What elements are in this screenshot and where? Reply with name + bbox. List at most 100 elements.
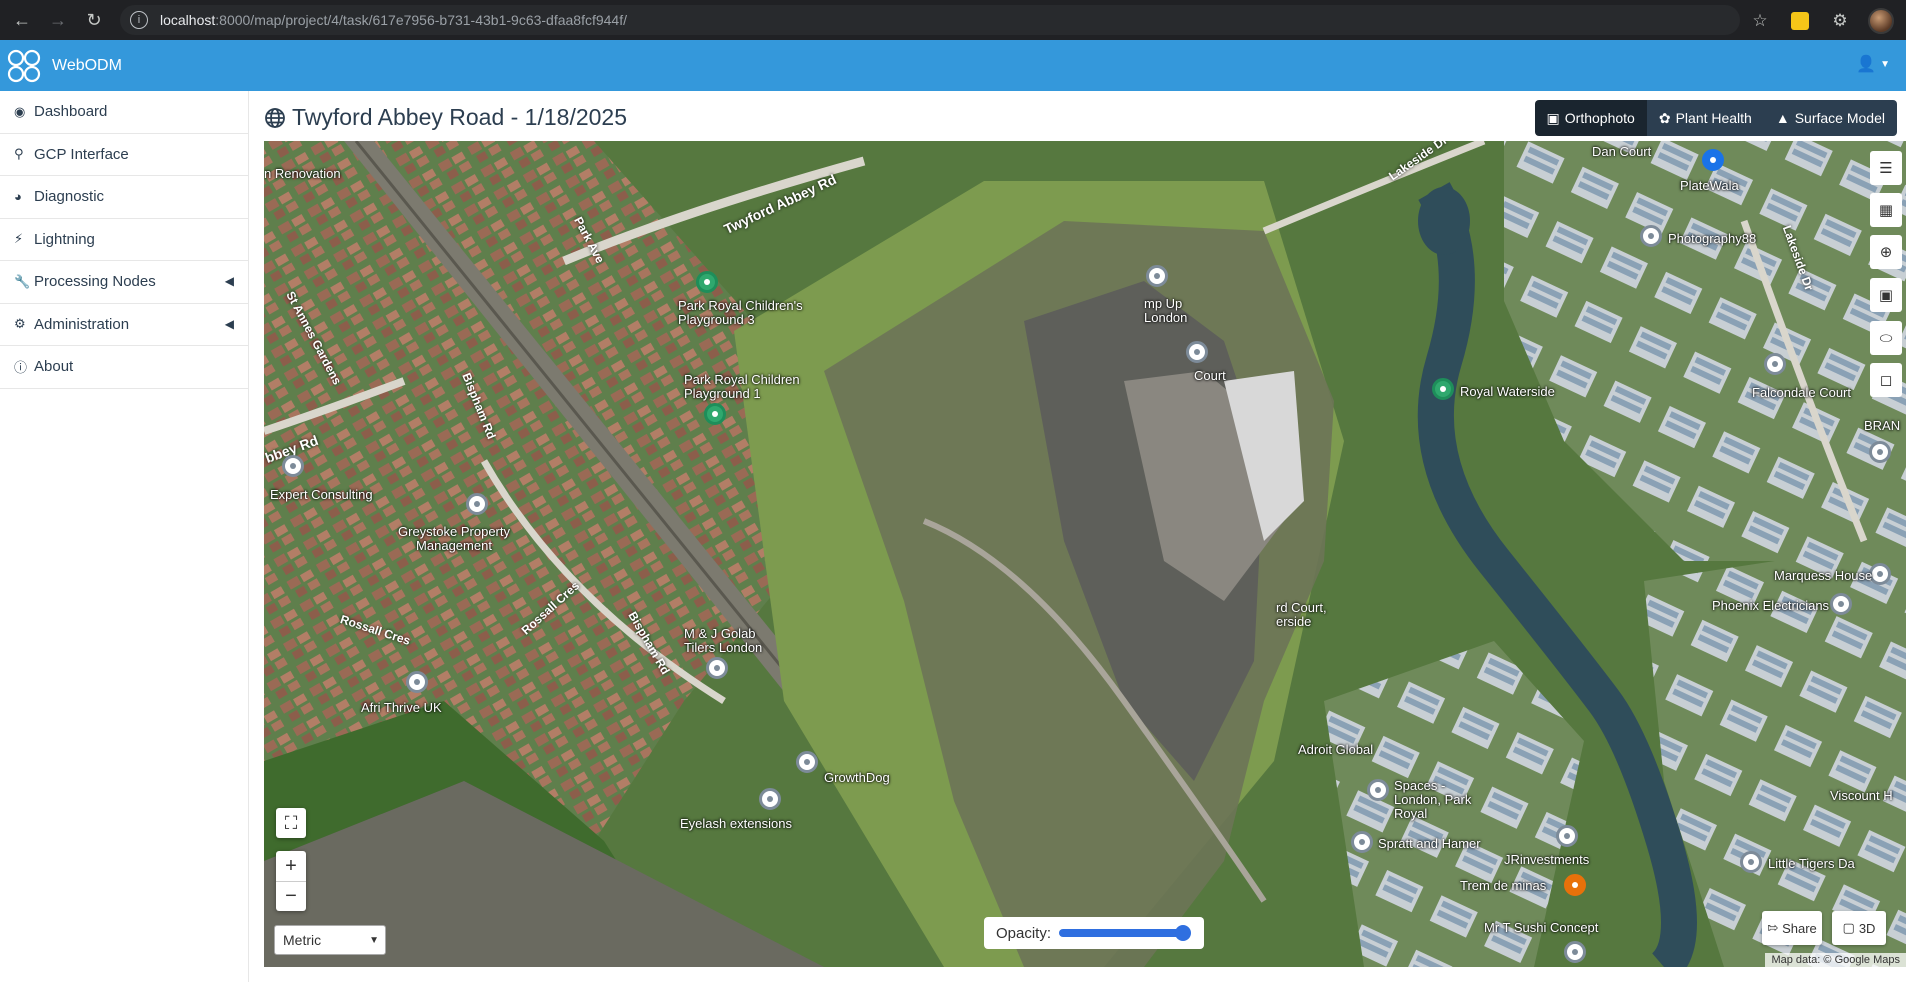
share-button[interactable]: ⇰ Share — [1762, 911, 1822, 945]
place-pin-icon[interactable] — [1869, 563, 1891, 585]
restaurant-pin-icon[interactable] — [1702, 149, 1724, 171]
share-icon: ⇰ — [1767, 920, 1779, 935]
view-3d-button[interactable]: ▢ 3D — [1832, 911, 1886, 945]
brand-name[interactable]: WebODM — [52, 57, 122, 75]
fullscreen-button[interactable]: ⛶ — [276, 808, 306, 838]
playground-pin-icon[interactable] — [696, 271, 718, 293]
leaf-icon: ✿ — [1658, 109, 1671, 126]
wrench-icon: 🔧 — [14, 273, 31, 289]
place-pin-icon[interactable] — [1556, 825, 1578, 847]
place-label: Court — [1194, 368, 1226, 383]
tab-label: Surface Model — [1794, 110, 1885, 126]
sidebar-item-about[interactable]: ⓘ About — [0, 346, 248, 389]
place-label: Viscount H — [1830, 788, 1893, 803]
map-marker-icon: ⚲ — [14, 146, 24, 162]
place-pin-icon[interactable] — [1186, 341, 1208, 363]
sidebar-item-processing-nodes[interactable]: 🔧 Processing Nodes ◀ — [0, 261, 248, 304]
plus-circle-icon: ⊕ — [1879, 244, 1893, 261]
place-pin-icon[interactable] — [759, 788, 781, 810]
place-label: Adroit Global — [1298, 742, 1374, 757]
profile-avatar[interactable] — [1868, 8, 1894, 34]
measure-button[interactable]: ⬭ — [1870, 321, 1902, 355]
opacity-slider[interactable] — [1059, 925, 1192, 941]
image-icon: ▣ — [1546, 109, 1560, 126]
user-menu[interactable]: 👤 ▼ — [1856, 54, 1890, 74]
map-attribution: Map data: © Google Maps — [1765, 953, 1906, 967]
place-label: Little Tigers Da — [1768, 856, 1855, 871]
layer-tabs: ▣ Orthophoto ✿ Plant Health ▲ Surface Mo… — [1534, 100, 1897, 136]
place-label: mp Up London — [1144, 296, 1188, 325]
place-label: BRAN — [1864, 418, 1901, 433]
extensions-puzzle-icon[interactable]: ⚙ — [1828, 9, 1852, 33]
chevron-down-icon: ▼ — [369, 935, 379, 946]
restaurant-pin-icon[interactable] — [1564, 874, 1586, 896]
opacity-label: Opacity: — [996, 924, 1052, 942]
opacity-control: Opacity: — [984, 917, 1204, 949]
grid-button[interactable]: ▦ — [1870, 193, 1902, 227]
pie-chart-icon: ◕ — [14, 189, 22, 205]
place-label: Greystoke Property Management — [398, 524, 510, 553]
place-label: JRinvestments — [1504, 852, 1590, 867]
place-label: n Renovation — [264, 166, 341, 181]
sidebar-item-lightning[interactable]: ⚡ Lightning — [0, 219, 248, 261]
cogs-icon: ⚙ — [14, 316, 26, 332]
layers-icon: ☰ — [1879, 160, 1893, 177]
url-host: localhost — [160, 12, 216, 28]
globe-icon — [265, 107, 285, 128]
sidebar-item-label: Lightning — [34, 230, 95, 248]
place-pin-icon[interactable] — [406, 671, 428, 693]
layers-button[interactable]: ☰ — [1870, 151, 1902, 185]
tab-surface-model[interactable]: ▲ Surface Model — [1763, 100, 1897, 136]
back-icon[interactable]: ← — [8, 6, 36, 34]
info-icon: ⓘ — [14, 360, 28, 376]
place-pin-icon[interactable] — [796, 751, 818, 773]
tab-plant-health[interactable]: ✿ Plant Health — [1646, 100, 1764, 136]
page-title: Twyford Abbey Road - 1/18/2025 — [264, 104, 627, 131]
place-pin-icon[interactable] — [282, 455, 304, 477]
tab-orthophoto[interactable]: ▣ Orthophoto — [1534, 100, 1647, 136]
sidebar-item-dashboard[interactable]: ◉ Dashboard — [0, 91, 248, 134]
bookmark-star-icon[interactable]: ☆ — [1748, 9, 1772, 33]
site-info-icon[interactable]: i — [130, 11, 148, 29]
address-bar[interactable]: i localhost:8000/map/project/4/task/617e… — [120, 5, 1740, 35]
place-pin-icon[interactable] — [1830, 593, 1852, 615]
add-button[interactable]: ⊕ — [1870, 235, 1902, 269]
screenshot-button[interactable]: ▣ — [1870, 278, 1902, 312]
place-pin-icon[interactable] — [1640, 225, 1662, 247]
cube-icon: ▢ — [1842, 920, 1855, 935]
tab-label: Plant Health — [1675, 110, 1752, 126]
place-pin-icon[interactable] — [706, 657, 728, 679]
forward-icon[interactable]: → — [44, 6, 72, 34]
park-pin-icon[interactable] — [1432, 378, 1454, 400]
place-pin-icon[interactable] — [1351, 831, 1373, 853]
place-pin-icon[interactable] — [1764, 353, 1786, 375]
units-value: Metric — [283, 932, 322, 948]
user-icon: 👤 — [1856, 56, 1877, 73]
playground-pin-icon[interactable] — [704, 403, 726, 425]
zoom-in-button[interactable]: + — [276, 851, 306, 881]
place-pin-icon[interactable] — [1869, 441, 1891, 463]
map-view[interactable]: Twyford Abbey Rd Park Ave St Annes Garde… — [264, 141, 1906, 967]
tab-label: Orthophoto — [1564, 110, 1635, 126]
sidebar-item-gcp-interface[interactable]: ⚲ GCP Interface — [0, 134, 248, 176]
place-pin-icon[interactable] — [466, 493, 488, 515]
sidebar-item-label: GCP Interface — [34, 145, 129, 163]
share-label: Share — [1782, 920, 1817, 936]
opacity-slider-handle[interactable] — [1175, 925, 1192, 941]
place-pin-icon[interactable] — [1564, 941, 1586, 963]
extension-icon[interactable] — [1788, 9, 1812, 33]
place-pin-icon[interactable] — [1740, 851, 1762, 873]
units-select[interactable]: Metric ▼ — [274, 925, 386, 955]
camera-icon: ▣ — [1878, 287, 1894, 304]
browser-toolbar: ← → ↻ i localhost:8000/map/project/4/tas… — [0, 0, 1906, 40]
sidebar-item-administration[interactable]: ⚙ Administration ◀ — [0, 304, 248, 346]
place-pin-icon[interactable] — [1367, 779, 1389, 801]
sidebar-item-diagnostic[interactable]: ◕ Diagnostic — [0, 176, 248, 219]
place-pin-icon[interactable] — [1146, 265, 1168, 287]
webodm-logo-icon[interactable] — [6, 48, 42, 84]
reload-icon[interactable]: ↻ — [80, 6, 108, 34]
draw-button[interactable]: ◻ — [1870, 363, 1902, 397]
grid-icon: ▦ — [1878, 202, 1894, 219]
app-header: WebODM 👤 ▼ — [0, 40, 1906, 91]
zoom-out-button[interactable]: − — [276, 881, 306, 911]
